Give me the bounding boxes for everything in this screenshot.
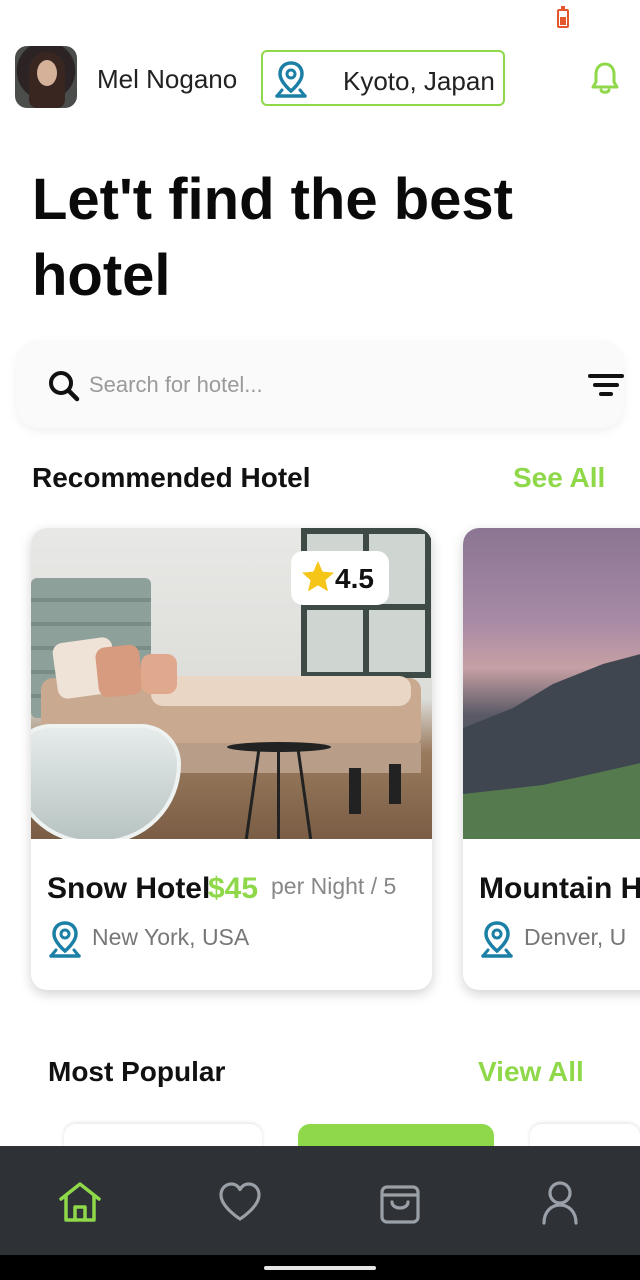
nav-profile[interactable] — [480, 1146, 640, 1255]
avatar[interactable] — [15, 46, 77, 108]
hotel-name: Snow Hotel — [47, 872, 211, 905]
location-selector[interactable]: Kyoto, Japan — [261, 50, 505, 106]
status-bar — [0, 0, 640, 40]
hotel-image: 4.5 — [31, 528, 432, 839]
hotel-name: Mountain H — [479, 872, 640, 905]
hotel-image — [463, 528, 640, 839]
bottom-nav — [0, 1146, 640, 1255]
search-input[interactable] — [89, 366, 509, 404]
hotel-card[interactable]: Mountain H Denver, U — [463, 528, 640, 990]
hotel-price: $45 — [208, 872, 259, 905]
location-pin-icon — [49, 921, 81, 958]
location-pin-icon — [481, 921, 513, 958]
home-gesture-handle[interactable] — [264, 1266, 376, 1270]
search-bar — [16, 340, 624, 428]
star-icon — [302, 561, 334, 592]
popular-card[interactable] — [530, 1124, 640, 1148]
gesture-bar — [0, 1255, 640, 1280]
popular-card[interactable] — [298, 1124, 494, 1148]
price-unit: per Night / 5 — [271, 873, 397, 899]
home-icon — [59, 1182, 101, 1222]
view-all-link[interactable]: View All — [478, 1056, 584, 1088]
location-pin-icon — [275, 61, 307, 98]
bag-icon — [380, 1185, 420, 1224]
recommended-title: Recommended Hotel — [32, 462, 311, 493]
user-name: Mel Nogano — [97, 64, 238, 94]
hotel-location-text: Denver, U — [524, 924, 627, 950]
hotel-location-text: New York, USA — [92, 924, 250, 950]
hotel-card[interactable]: 4.5 Snow Hotel $45 per Night / 5 New Yor… — [31, 528, 432, 990]
popular-title: Most Popular — [48, 1056, 226, 1087]
bell-icon[interactable] — [589, 60, 621, 96]
location-label: Kyoto, Japan — [343, 66, 495, 96]
page-title: Let't find the best hotel — [32, 167, 513, 308]
rating-badge: 4.5 — [291, 551, 389, 605]
search-icon — [49, 371, 80, 402]
nav-favorites[interactable] — [160, 1146, 320, 1255]
nav-home[interactable] — [0, 1146, 160, 1255]
rating-value: 4.5 — [335, 563, 374, 594]
nav-bookings[interactable] — [320, 1146, 480, 1255]
battery-icon — [557, 6, 569, 28]
filter-icon[interactable] — [588, 372, 624, 398]
popular-card[interactable] — [64, 1124, 262, 1148]
see-all-link[interactable]: See All — [513, 462, 605, 494]
heart-icon — [219, 1182, 261, 1221]
header: Mel Nogano Kyoto, Japan — [0, 44, 640, 110]
user-icon — [542, 1181, 578, 1225]
